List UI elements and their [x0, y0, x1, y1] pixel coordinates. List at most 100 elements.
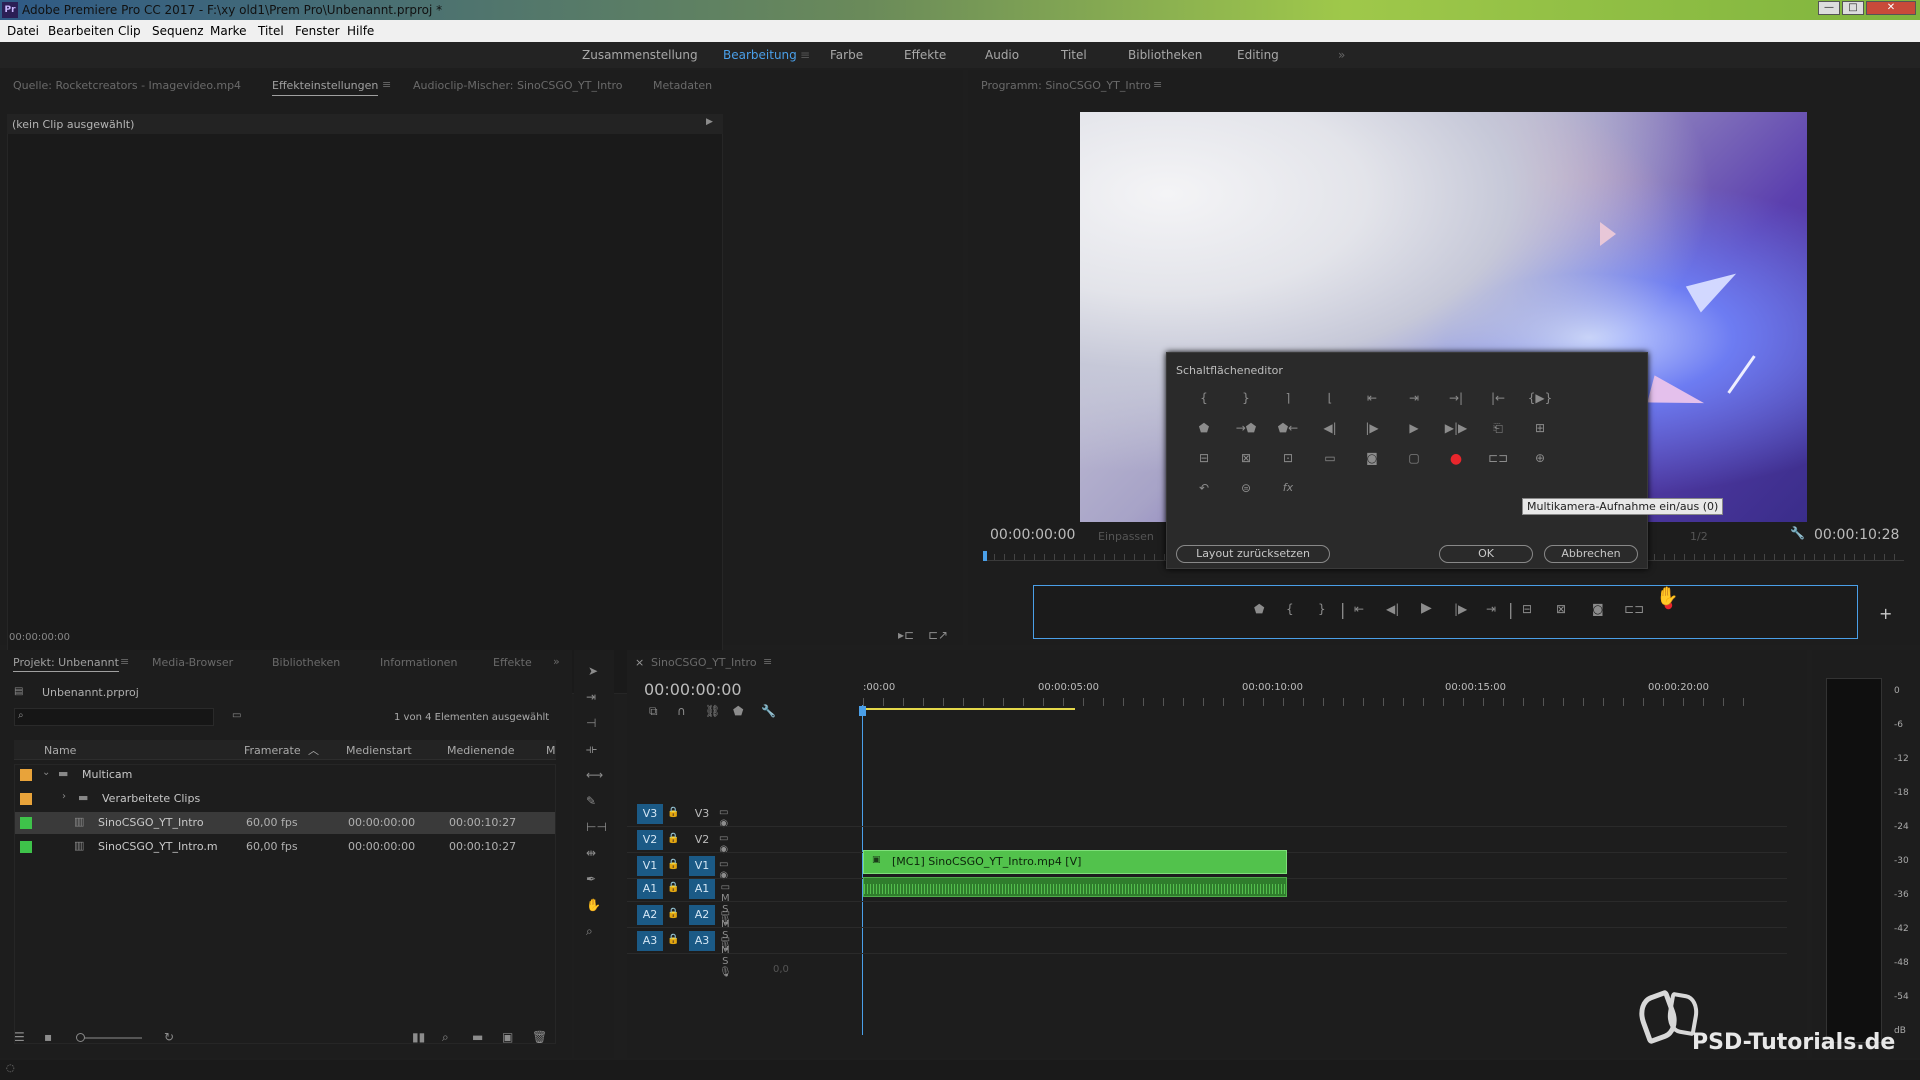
track-target-video_tracks0[interactable]: V3: [637, 804, 663, 824]
timeline-timecode[interactable]: 00:00:00:00: [644, 680, 742, 699]
go-to-previous-marker-icon[interactable]: ⬟←: [1275, 421, 1301, 435]
track-target-video_tracks1[interactable]: V2: [637, 830, 663, 850]
panel-overflow-icon[interactable]: »: [553, 655, 560, 668]
go-to-next-edit-icon[interactable]: →|: [1443, 391, 1469, 405]
play-icon[interactable]: ▶: [1401, 421, 1427, 435]
play-in-to-out-icon[interactable]: {▶}: [1527, 391, 1553, 405]
video-clip[interactable]: ▣ [MC1] SinoCSGO_YT_Intro.mp4 [V]: [863, 850, 1287, 874]
slide-tool-icon[interactable]: ⇹: [586, 846, 596, 860]
find-icon[interactable]: ⌕: [442, 1030, 449, 1045]
col-framerate[interactable]: Framerate: [244, 744, 301, 757]
rate-stretch-tool-icon[interactable]: ⟷: [586, 768, 603, 782]
panel-menu-icon[interactable]: ≡: [382, 78, 391, 91]
lock-icon[interactable]: 🔒: [667, 859, 679, 870]
zoom-slider[interactable]: [78, 1037, 142, 1039]
tab-metadata[interactable]: Metadaten: [653, 79, 712, 92]
lock-icon[interactable]: 🔒: [667, 807, 679, 818]
menu-clip[interactable]: Clip: [118, 24, 141, 38]
workspace-bibliotheken[interactable]: Bibliotheken: [1128, 48, 1202, 62]
work-area-bar[interactable]: [863, 708, 1075, 710]
insert-icon[interactable]: ⊟: [1191, 451, 1217, 465]
cancel-button[interactable]: Abbrechen: [1544, 545, 1638, 563]
timeline-settings-icon[interactable]: 🔧: [761, 704, 776, 718]
lock-icon[interactable]: 🔒: [667, 934, 679, 945]
go-to-in-icon[interactable]: ⇤: [1354, 602, 1364, 616]
trim-icon[interactable]: ⊡: [1275, 451, 1301, 465]
expand-icon[interactable]: ›: [62, 791, 66, 802]
col-name[interactable]: Name: [44, 744, 76, 757]
icon-view-icon[interactable]: ▪: [44, 1030, 52, 1044]
lift-icon[interactable]: ⎗: [1485, 421, 1511, 436]
mark-out-icon[interactable]: }: [1318, 602, 1326, 616]
safe-margins-icon[interactable]: ▭: [1317, 451, 1343, 465]
track-target-video_tracks2[interactable]: V1: [637, 856, 663, 876]
mark-in-icon[interactable]: {: [1191, 391, 1217, 405]
close-sequence-icon[interactable]: ×: [635, 656, 644, 669]
master-volume[interactable]: 0,0: [773, 964, 789, 975]
menu-marke[interactable]: Marke: [210, 24, 247, 38]
multicam-record-icon[interactable]: ●: [1443, 451, 1469, 467]
mark-out-icon[interactable]: }: [1233, 391, 1259, 405]
tab-source[interactable]: Quelle: Rocketcreators - Imagevideo.mp4: [13, 79, 241, 92]
track-target-audio_tracks1[interactable]: A2: [637, 905, 663, 925]
ok-button[interactable]: OK: [1439, 545, 1533, 563]
menu-sequenz[interactable]: Sequenz: [152, 24, 204, 38]
vr-video-icon[interactable]: ⊕: [1527, 451, 1553, 465]
global-fx-icon[interactable]: ⊜: [1233, 481, 1259, 495]
maximize-button[interactable]: □: [1842, 1, 1864, 15]
zoom-tool-icon[interactable]: ⌕: [586, 924, 593, 939]
tab-media-browser[interactable]: Media-Browser: [152, 656, 233, 669]
extract-icon[interactable]: ⊞: [1527, 421, 1553, 435]
tab-sequence[interactable]: SinoCSGO_YT_Intro: [651, 656, 757, 669]
comparison-view-icon[interactable]: ▢: [1401, 451, 1427, 465]
linked-selection-icon[interactable]: ⛓: [705, 704, 720, 718]
nest-toggle-icon[interactable]: ⧉: [649, 704, 658, 719]
mark-in-icon[interactable]: {: [1286, 602, 1294, 616]
workspace-audio[interactable]: Audio: [985, 48, 1019, 62]
new-bin-icon[interactable]: ▭: [232, 710, 241, 721]
export-icon[interactable]: ⊏↗: [928, 628, 948, 642]
hand-tool-icon[interactable]: ✋: [586, 898, 601, 912]
add-marker-icon[interactable]: ⬟: [1254, 602, 1264, 616]
add-marker-icon[interactable]: ⬟: [733, 704, 743, 718]
step-back-icon[interactable]: ◀|: [1317, 421, 1343, 435]
track-label-audio_tracks1[interactable]: A2: [689, 905, 715, 925]
menu-titel[interactable]: Titel: [258, 24, 284, 38]
zoom-slider-handle[interactable]: [76, 1033, 85, 1042]
new-item-icon[interactable]: ▣: [502, 1030, 513, 1044]
selection-tool-icon[interactable]: ➤: [588, 664, 598, 678]
go-to-out-icon[interactable]: ⇥: [1401, 391, 1427, 405]
export-frame-icon[interactable]: ◙: [1592, 602, 1604, 616]
go-to-previous-edit-icon[interactable]: |←: [1485, 391, 1511, 405]
list-item[interactable]: › ▬ Verarbeitete Clips: [14, 788, 556, 810]
transport-bar[interactable]: ⬟ { } | ⇤ ◀| ▶ |▶ ⇥ | ⊟ ⊠ ◙ ⊏⊐ ● ✋: [1033, 585, 1858, 639]
workspace-titel[interactable]: Titel: [1061, 48, 1087, 62]
track-select-tool-icon[interactable]: ⇥: [586, 690, 596, 704]
program-menu-icon[interactable]: ≡: [1153, 78, 1162, 91]
workspace-editing[interactable]: Editing: [1237, 48, 1279, 62]
track-label-audio_tracks0[interactable]: A1: [689, 879, 715, 899]
search-input[interactable]: [14, 708, 214, 726]
col-media-end[interactable]: Medienende: [447, 744, 515, 757]
menu-bearbeiten[interactable]: Bearbeiten: [48, 24, 114, 38]
rolling-edit-tool-icon[interactable]: ⟛: [586, 742, 597, 757]
list-view-icon[interactable]: ☰: [14, 1030, 25, 1044]
snap-icon[interactable]: ∩: [677, 704, 686, 718]
overwrite-icon[interactable]: ⊠: [1233, 451, 1259, 465]
restore-icon[interactable]: ↶: [1191, 481, 1217, 495]
step-back-icon[interactable]: ◀|: [1386, 602, 1399, 616]
fit-dropdown[interactable]: Einpassen: [1098, 530, 1154, 543]
play-icon[interactable]: ▶: [1421, 600, 1432, 616]
list-item[interactable]: ⌄ ▬ Multicam: [14, 764, 556, 786]
go-to-out-icon[interactable]: ⇥: [1486, 602, 1496, 616]
tab-project[interactable]: Projekt: Unbenannt: [13, 656, 119, 672]
label-color-swatch[interactable]: [20, 769, 32, 781]
col-more[interactable]: M: [546, 744, 556, 757]
list-item[interactable]: ▥ SinoCSGO_YT_Intro.m 60,00 fps 00:00:00:00…: [14, 836, 556, 858]
audio-clip[interactable]: [863, 877, 1287, 897]
workspace-zusammenstellung[interactable]: Zusammenstellung: [582, 48, 698, 62]
col-media-start[interactable]: Medienstart: [346, 744, 412, 757]
label-color-swatch[interactable]: [20, 817, 32, 829]
track-label-video_tracks2[interactable]: V1: [689, 856, 715, 876]
extract-icon[interactable]: ⊠: [1556, 602, 1566, 616]
